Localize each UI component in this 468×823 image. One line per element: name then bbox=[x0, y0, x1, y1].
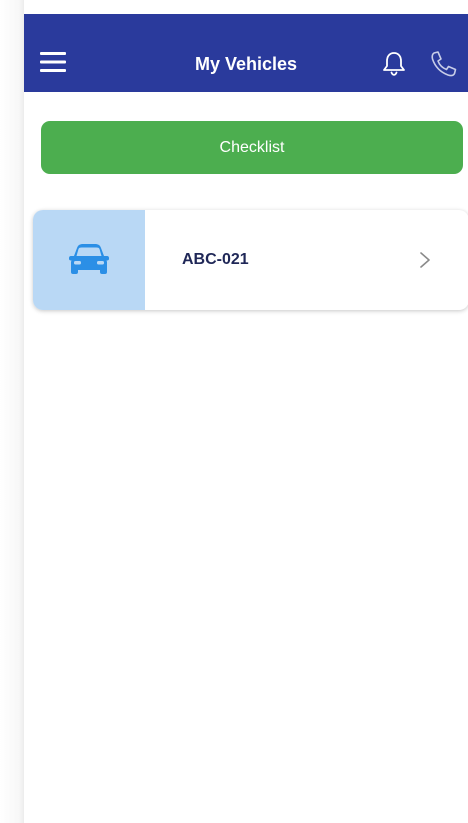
vehicle-plate: ABC-021 bbox=[182, 251, 249, 268]
vehicle-card[interactable]: ABC-021 bbox=[33, 210, 468, 310]
checklist-button[interactable]: Checklist bbox=[41, 121, 463, 174]
car-icon bbox=[67, 242, 111, 278]
bell-icon[interactable] bbox=[382, 50, 406, 76]
vehicle-thumbnail bbox=[33, 210, 145, 310]
checklist-button-label: Checklist bbox=[219, 138, 285, 156]
menu-icon[interactable] bbox=[40, 51, 66, 73]
chevron-right-icon bbox=[418, 250, 432, 270]
app-screen: My Vehicles Checklist ABC-021 bbox=[24, 14, 468, 823]
phone-icon[interactable] bbox=[429, 50, 459, 78]
device-bezel bbox=[0, 0, 24, 823]
app-bar: My Vehicles bbox=[24, 14, 468, 92]
page: My Vehicles Checklist ABC-021 bbox=[0, 0, 468, 823]
top-bezel bbox=[0, 0, 468, 14]
